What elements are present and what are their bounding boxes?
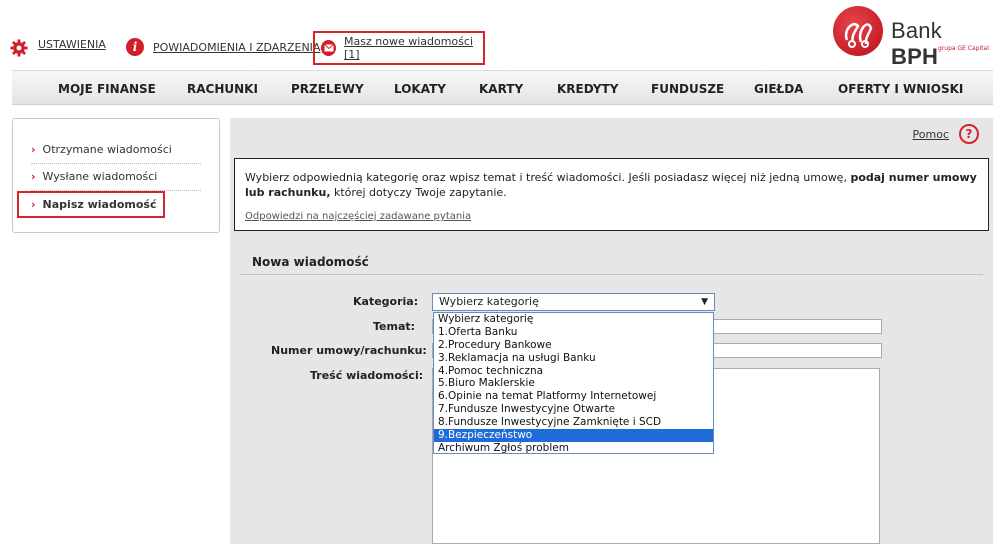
category-option[interactable]: 1.Oferta Banku <box>434 326 713 339</box>
top-bar: USTAWIENIA i POWIADOMIENIA I ZDARZENIA M… <box>0 0 993 70</box>
section-title: Nowa wiadomość <box>240 251 983 275</box>
category-option[interactable]: 4.Pomoc techniczna <box>434 365 713 378</box>
faq-link[interactable]: Odpowiedzi na najczęściej zadawane pytan… <box>245 209 471 224</box>
nav-fundusze[interactable]: FUNDUSZE <box>651 82 724 96</box>
category-option[interactable]: 8.Fundusze Inwestycyjne Zamknięte i SCD <box>434 416 713 429</box>
dropdown-arrow-icon: ▼ <box>701 297 708 307</box>
nav-oferty-i-wnioski[interactable]: OFERTY I WNIOSKI <box>838 82 963 96</box>
chevron-right-icon: › <box>31 170 36 183</box>
sidebar-item-label: Otrzymane wiadomości <box>42 143 172 156</box>
category-option[interactable]: Archiwum Zgłoś problem <box>434 442 713 455</box>
account-number-label: Numer umowy/rachunku: <box>271 344 427 357</box>
nav-kredyty[interactable]: KREDYTY <box>557 82 618 96</box>
sidebar-item-sent[interactable]: › Wysłane wiadomości <box>31 170 157 183</box>
nav-gielda[interactable]: GIEŁDA <box>754 82 803 96</box>
category-label: Kategoria: <box>353 295 419 308</box>
chevron-right-icon: › <box>31 143 36 156</box>
info-box: Wybierz odpowiednią kategorię oraz wpisz… <box>234 158 989 231</box>
category-option[interactable]: 2.Procedury Bankowe <box>434 339 713 352</box>
sidebar-item-label: Wysłane wiadomości <box>42 170 158 183</box>
category-option-highlighted[interactable]: 9.Bezpieczeństwo <box>434 429 713 442</box>
nav-rachunki[interactable]: RACHUNKI <box>187 82 258 96</box>
subject-label: Temat: <box>373 320 416 333</box>
nav-przelewy[interactable]: PRZELEWY <box>291 82 364 96</box>
logo-emblem <box>833 6 883 56</box>
divider <box>31 163 201 164</box>
new-messages-box[interactable]: Masz nowe wiadomości [1] <box>313 31 485 65</box>
sidebar-item-received[interactable]: › Otrzymane wiadomości <box>31 143 172 156</box>
help: Pomoc ? <box>913 124 979 144</box>
logo-subtitle: grupa GE Capital <box>938 45 989 52</box>
envelope-icon[interactable] <box>321 40 337 56</box>
settings-link-wrap: USTAWIENIA <box>38 38 106 51</box>
logo-text: Bank BPH <box>891 18 993 70</box>
active-item-highlight <box>17 191 165 218</box>
nav-moje-finanse[interactable]: MOJE FINANSE <box>58 82 156 96</box>
info-icon[interactable]: i <box>126 38 144 56</box>
notifications-link[interactable]: POWIADOMIENIA I ZDARZENIA <box>153 41 320 54</box>
category-option[interactable]: Wybierz kategorię <box>434 313 713 326</box>
category-option[interactable]: 5.Biuro Maklerskie <box>434 377 713 390</box>
message-body-label: Treść wiadomości: <box>310 369 424 382</box>
settings-link[interactable]: USTAWIENIA <box>38 38 106 51</box>
question-icon[interactable]: ? <box>959 124 979 144</box>
nav-karty[interactable]: KARTY <box>479 82 523 96</box>
category-dropdown-list: Wybierz kategorię 1.Oferta Banku 2.Proce… <box>433 312 714 454</box>
notifications-link-wrap: i POWIADOMIENIA I ZDARZENIA <box>126 38 320 56</box>
main-nav: MOJE FINANSE RACHUNKI PRZELEWY LOKATY KA… <box>12 70 993 105</box>
logo-name-bold: BPH <box>891 44 939 69</box>
category-option[interactable]: 7.Fundusze Inwestycyjne Otwarte <box>434 403 713 416</box>
nav-lokaty[interactable]: LOKATY <box>394 82 446 96</box>
category-select[interactable]: Wybierz kategorię ▼ <box>432 293 715 311</box>
category-option[interactable]: 6.Opinie na temat Platformy Internetowej <box>434 390 713 403</box>
category-option[interactable]: 3.Reklamacja na usługi Banku <box>434 352 713 365</box>
bank-logo[interactable]: Bank BPH grupa GE Capital <box>833 6 993 69</box>
logo-name: Bank <box>891 18 942 43</box>
info-text-end: której dotyczy Twoje zapytanie. <box>330 186 507 199</box>
category-select-value: Wybierz kategorię <box>439 295 539 308</box>
new-messages-link[interactable]: Masz nowe wiadomości [1] <box>344 35 483 61</box>
info-text: Wybierz odpowiednią kategorię oraz wpisz… <box>245 171 851 184</box>
gear-icon[interactable] <box>10 39 28 57</box>
help-link[interactable]: Pomoc <box>913 128 949 141</box>
